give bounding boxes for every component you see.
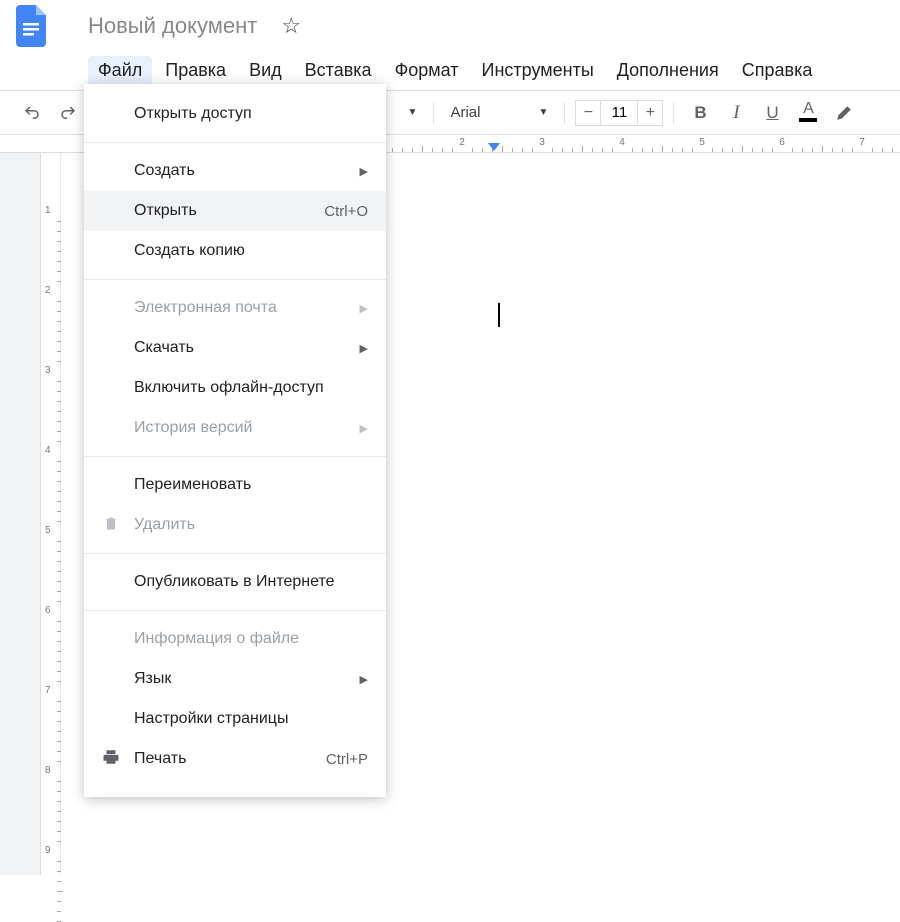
chevron-right-icon: ▶ — [360, 422, 368, 435]
text-cursor — [498, 303, 500, 327]
menu-insert[interactable]: Вставка — [295, 56, 382, 85]
bold-button[interactable]: B — [684, 97, 716, 129]
menu-addons[interactable]: Дополнения — [607, 56, 729, 85]
font-size-value[interactable]: 11 — [601, 100, 637, 126]
undo-button[interactable] — [16, 97, 48, 129]
menu-item-file-info: Информация о файле — [84, 619, 386, 659]
menubar: Файл Правка Вид Вставка Формат Инструмен… — [0, 52, 900, 88]
chevron-down-icon: ▼ — [539, 107, 549, 118]
menu-item-language[interactable]: Язык▶ — [84, 659, 386, 699]
font-family-dropdown[interactable]: Arial ▼ — [444, 104, 554, 121]
chevron-right-icon: ▶ — [360, 673, 368, 686]
menu-item-download[interactable]: Скачать▶ — [84, 328, 386, 368]
menu-edit[interactable]: Правка — [155, 56, 236, 85]
menu-item-new[interactable]: Создать▶ — [84, 151, 386, 191]
menu-item-email: Электронная почта▶ — [84, 288, 386, 328]
text-color-button[interactable]: A — [792, 97, 824, 129]
menu-item-offline[interactable]: Включить офлайн-доступ — [84, 368, 386, 408]
menu-format[interactable]: Формат — [385, 56, 469, 85]
vertical-ruler[interactable]: 123456789 — [41, 153, 61, 875]
redo-button[interactable] — [52, 97, 84, 129]
menu-tools[interactable]: Инструменты — [472, 56, 604, 85]
docs-logo[interactable] — [14, 2, 50, 50]
highlight-button[interactable] — [828, 97, 860, 129]
file-menu-dropdown: Открыть доступ Создать▶ ОткрытьCtrl+O Со… — [84, 84, 386, 797]
menu-item-publish[interactable]: Опубликовать в Интернете — [84, 562, 386, 602]
indent-marker[interactable] — [488, 143, 500, 153]
menu-item-delete: Удалить — [84, 505, 386, 545]
font-family-label: Arial — [450, 104, 480, 121]
document-title[interactable]: Новый документ — [88, 13, 257, 39]
italic-button[interactable]: I — [720, 97, 752, 129]
menu-view[interactable]: Вид — [239, 56, 292, 85]
menu-item-make-copy[interactable]: Создать копию — [84, 231, 386, 271]
trash-icon — [100, 515, 122, 536]
chevron-right-icon: ▶ — [360, 165, 368, 178]
chevron-right-icon: ▶ — [360, 302, 368, 315]
menu-item-print[interactable]: ПечатьCtrl+P — [84, 739, 386, 779]
menu-item-version-history: История версий▶ — [84, 408, 386, 448]
chevron-down-icon: ▼ — [408, 107, 418, 118]
menu-item-share[interactable]: Открыть доступ — [84, 94, 386, 134]
chevron-right-icon: ▶ — [360, 342, 368, 355]
star-icon[interactable]: ☆ — [281, 13, 301, 39]
font-size-decrease[interactable]: − — [575, 100, 601, 126]
menu-item-rename[interactable]: Переименовать — [84, 465, 386, 505]
font-size-control: − 11 + — [575, 100, 663, 126]
shortcut-label: Ctrl+O — [324, 203, 368, 220]
print-icon — [100, 748, 122, 771]
menu-item-page-setup[interactable]: Настройки страницы — [84, 699, 386, 739]
font-size-increase[interactable]: + — [637, 100, 663, 126]
shortcut-label: Ctrl+P — [326, 751, 368, 768]
menu-file[interactable]: Файл — [88, 56, 152, 85]
menu-item-open[interactable]: ОткрытьCtrl+O — [84, 191, 386, 231]
underline-button[interactable]: U — [756, 97, 788, 129]
menu-help[interactable]: Справка — [732, 56, 823, 85]
